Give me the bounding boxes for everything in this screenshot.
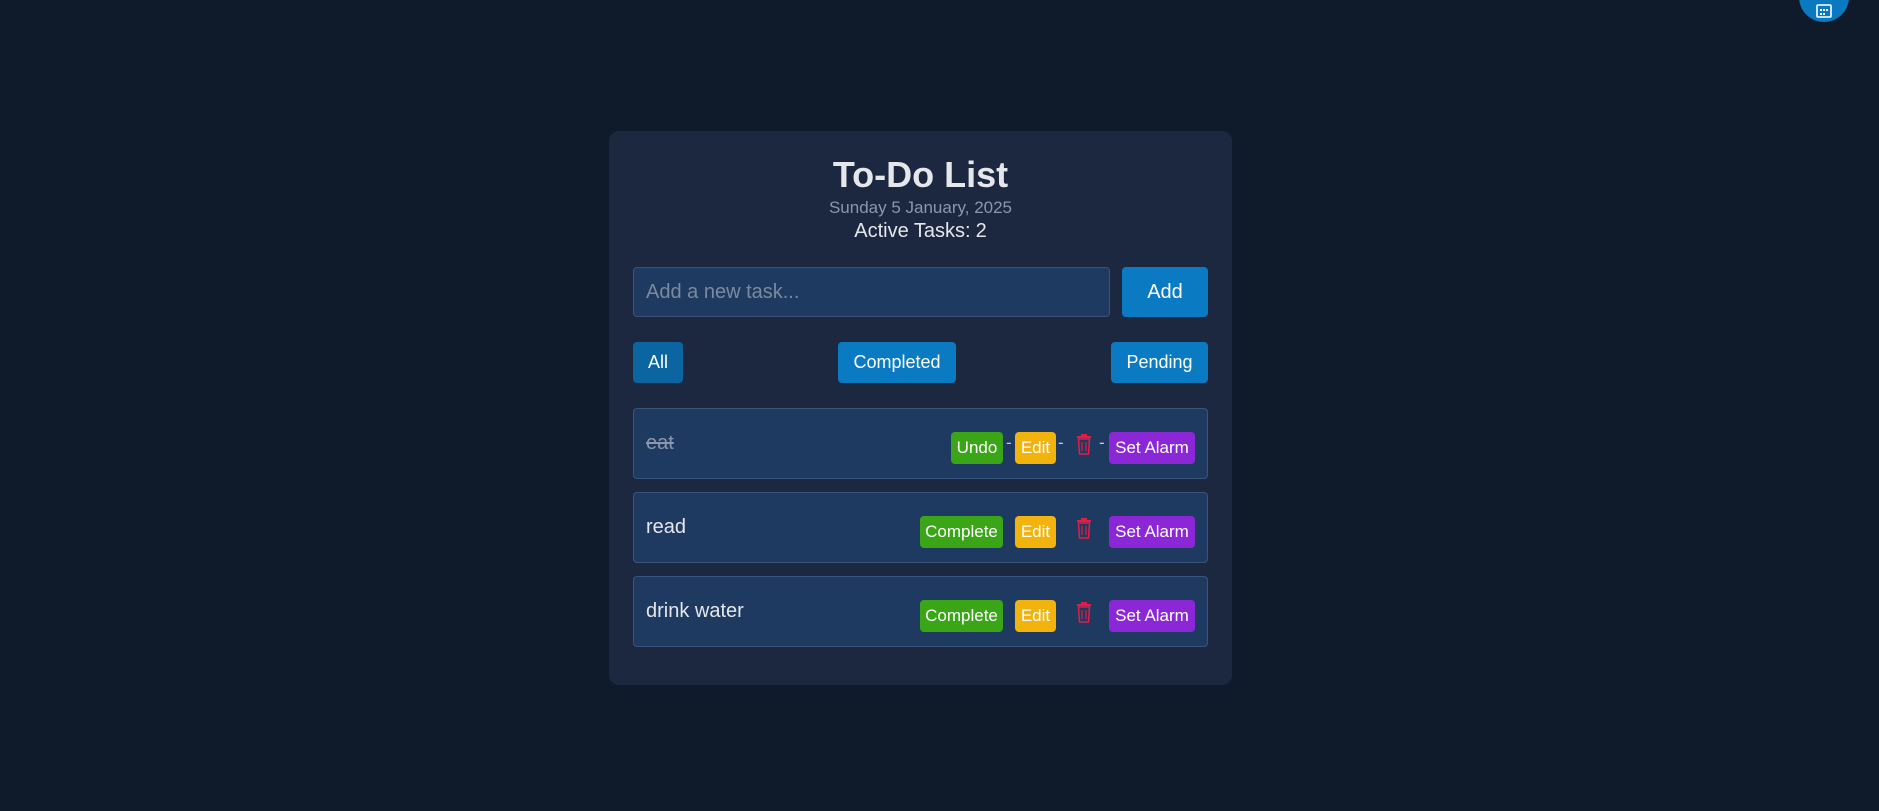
- task-item-eat: eat Undo - Edit - - Set Alarm: [633, 408, 1208, 479]
- edit-button[interactable]: Edit: [1015, 600, 1056, 632]
- filter-completed-button[interactable]: Completed: [838, 342, 956, 383]
- undo-button[interactable]: Undo: [951, 432, 1003, 464]
- separator: -: [1058, 433, 1064, 452]
- complete-button[interactable]: Complete: [920, 516, 1003, 548]
- calendar-icon: [1816, 4, 1832, 18]
- calendar-button[interactable]: [1799, 0, 1849, 22]
- active-tasks-summary: Active Tasks: 2: [609, 219, 1232, 243]
- new-task-input[interactable]: [633, 267, 1110, 317]
- edit-button[interactable]: Edit: [1015, 432, 1056, 464]
- current-date: Sunday 5 January, 2025: [828, 198, 1013, 217]
- filter-all-button[interactable]: All: [633, 342, 683, 383]
- active-tasks-count: 2: [975, 220, 987, 242]
- add-task-button[interactable]: Add: [1122, 267, 1208, 317]
- task-text: drink water: [646, 600, 744, 622]
- separator: -: [1006, 433, 1012, 452]
- task-item-drink-water: drink water Complete Edit Set Alarm: [633, 576, 1208, 647]
- trash-icon[interactable]: [1076, 602, 1092, 624]
- edit-button[interactable]: Edit: [1015, 516, 1056, 548]
- task-text: read: [646, 516, 687, 538]
- page-title: To-Do List: [832, 154, 1009, 195]
- separator: -: [1099, 433, 1105, 452]
- trash-icon[interactable]: [1076, 434, 1092, 456]
- filter-pending-button[interactable]: Pending: [1111, 342, 1208, 383]
- set-alarm-button[interactable]: Set Alarm: [1109, 516, 1195, 548]
- task-item-read: read Complete Edit Set Alarm: [633, 492, 1208, 563]
- set-alarm-button[interactable]: Set Alarm: [1109, 432, 1195, 464]
- set-alarm-button[interactable]: Set Alarm: [1109, 600, 1195, 632]
- trash-icon[interactable]: [1076, 518, 1092, 540]
- task-text: eat: [646, 432, 674, 454]
- active-tasks-label: Active Tasks:: [854, 220, 971, 242]
- complete-button[interactable]: Complete: [920, 600, 1003, 632]
- todo-card: To-Do List Sunday 5 January, 2025 Active…: [609, 131, 1232, 685]
